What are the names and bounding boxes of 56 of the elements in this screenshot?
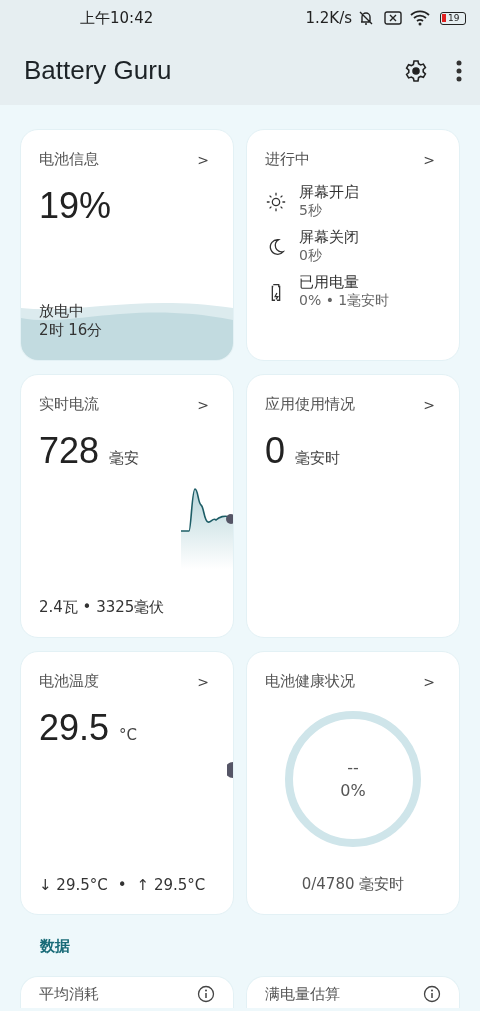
card-title: 满电量估算 (265, 985, 340, 1005)
current-card[interactable]: 实时电流 > 728 毫安 2.4瓦 • 3325毫伏 (20, 374, 234, 638)
chevron-icon[interactable]: > (423, 396, 435, 413)
unit-label: 毫安 (109, 449, 140, 468)
wifi-icon (410, 10, 430, 26)
battery-percent: 19% (39, 185, 112, 227)
item-value: 0秒 (299, 247, 323, 265)
usage-card[interactable]: 应用使用情况 > 0 毫安时 (246, 374, 460, 638)
gauge-value: 0% (340, 781, 366, 800)
status-time: 上午10:42 (80, 8, 154, 28)
battery-status: 放电中 (39, 302, 85, 321)
section-title: 数据 (39, 936, 71, 957)
item-label: 屏幕关闭 (299, 228, 359, 247)
settings-icon (404, 58, 428, 83)
card-title: 应用使用情况 (265, 395, 355, 414)
item-value: 0% • 1毫安时 (299, 292, 390, 310)
stat-card[interactable]: 满电量估算 (246, 976, 460, 1008)
temperature-value: 29.5 (39, 707, 110, 749)
app-title: Battery Guru (24, 55, 173, 86)
battery-indicator: 19 (440, 11, 466, 25)
sun-icon (265, 190, 287, 213)
gauge-top: -- (347, 758, 359, 777)
temperature-card[interactable]: 电池温度 > 29.5 °C ↓ 29.5°C • ↑ 29.5°C (20, 651, 234, 915)
chevron-icon[interactable]: > (423, 151, 435, 168)
battery-card[interactable]: 电池信息 > 19% 放电中 2时 16分 (20, 129, 234, 361)
card-title: 电池信息 (39, 150, 99, 169)
item-label: 已用电量 (299, 273, 360, 292)
network-speed: 1.2K/s (305, 9, 352, 27)
chevron-icon[interactable]: > (197, 673, 209, 690)
chevron-icon[interactable]: > (197, 396, 209, 413)
info-icon (423, 985, 441, 1003)
item-value: 5秒 (299, 202, 323, 220)
card-title: 平均消耗 (39, 985, 99, 1005)
item-label: 屏幕开启 (299, 183, 359, 202)
card-title: 电池温度 (39, 672, 99, 691)
sim-icon (384, 11, 402, 25)
unit-label: 毫安时 (295, 449, 341, 468)
min-temperature: ↓ 29.5°C (39, 876, 108, 894)
capacity-reading: 0/4780 毫安时 (301, 875, 405, 894)
ongoing-card[interactable]: 进行中 > 屏幕开启 5秒 屏幕关闭 0秒 已用电量 0% • 1毫安时 (246, 129, 460, 361)
more-icon (456, 59, 462, 82)
chevron-icon[interactable]: > (197, 151, 209, 168)
max-temperature: ↑ 29.5°C (136, 876, 206, 894)
unit-label: °C (119, 726, 138, 744)
card-title: 实时电流 (39, 395, 99, 414)
health-card[interactable]: 电池健康状况 > -- 0% 0/4780 毫安时 (246, 651, 460, 915)
separator-dot: • (117, 876, 127, 894)
card-title: 电池健康状况 (265, 672, 355, 691)
info-icon (197, 985, 215, 1003)
big-value: 0 (265, 430, 286, 472)
remaining-time: 2时 16分 (39, 321, 104, 340)
stat-card[interactable]: 平均消耗 (20, 976, 234, 1008)
power-reading: 2.4瓦 • 3325毫伏 (39, 598, 165, 617)
big-value: 728 (39, 430, 100, 472)
card-title: 进行中 (265, 150, 310, 169)
chevron-icon[interactable]: > (423, 673, 435, 690)
